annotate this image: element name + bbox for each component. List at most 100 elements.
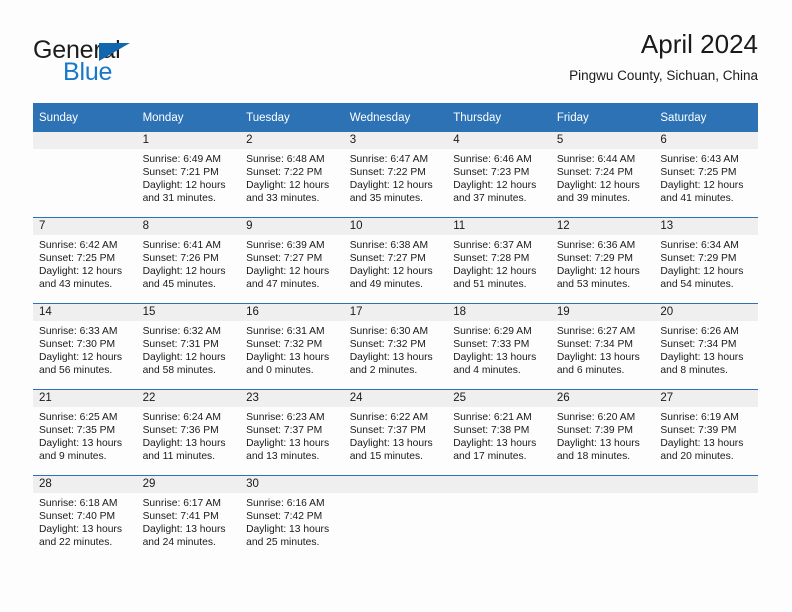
- daylight-text: Daylight: 12 hours: [142, 352, 226, 364]
- daylight-text: and 24 minutes.: [142, 537, 216, 549]
- sunrise-text: Sunrise: 6:37 AM: [453, 240, 532, 251]
- day-number: 4: [447, 132, 551, 149]
- day-number: 18: [447, 304, 551, 321]
- page-header: General Blue April 2024 Pingwu County, S…: [33, 28, 758, 96]
- calendar-cell[interactable]: 25 Sunrise: 6:21 AM Sunset: 7:38 PM Dayligh…: [447, 389, 551, 476]
- calendar-cell[interactable]: 15 Sunrise: 6:32 AM Sunset: 7:31 PM Dayligh…: [136, 303, 241, 390]
- day-details: Sunrise: 6:20 AM Sunset: 7:39 PM Daylight:…: [551, 407, 655, 463]
- daylight-text: and 54 minutes.: [660, 279, 734, 291]
- daylight-text: Daylight: 13 hours: [660, 438, 744, 450]
- daylight-text: and 43 minutes.: [39, 279, 113, 291]
- sunset-text: Sunset: 7:21 PM: [142, 167, 219, 179]
- calendar-cell[interactable]: 2 Sunrise: 6:48 AM Sunset: 7:22 PM Daylight…: [240, 132, 344, 218]
- calendar-cell[interactable]: 21 Sunrise: 6:25 AM Sunset: 7:35 PM Dayligh…: [33, 389, 137, 476]
- daylight-text: Daylight: 12 hours: [660, 266, 744, 278]
- day-cell: [343, 476, 448, 561]
- calendar-cell[interactable]: 29 Sunrise: 6:17 AM Sunset: 7:41 PM Dayligh…: [136, 475, 241, 561]
- calendar-week-row: 28 Sunrise: 6:18 AM Sunset: 7:40 PM Dayligh…: [33, 475, 758, 561]
- calendar-cell[interactable]: 4 Sunrise: 6:46 AM Sunset: 7:23 PM Daylight…: [447, 132, 551, 218]
- day-cell: 8 Sunrise: 6:41 AM Sunset: 7:26 PM Daylight…: [136, 218, 241, 303]
- calendar-cell[interactable]: 18 Sunrise: 6:29 AM Sunset: 7:33 PM Dayligh…: [447, 303, 551, 390]
- day-details: Sunrise: 6:41 AM Sunset: 7:26 PM Daylight:…: [137, 235, 241, 291]
- day-details: Sunrise: 6:39 AM Sunset: 7:27 PM Daylight:…: [240, 235, 344, 291]
- daylight-text: Daylight: 13 hours: [39, 438, 122, 450]
- daylight-text: and 56 minutes.: [39, 365, 113, 377]
- calendar-cell[interactable]: 26 Sunrise: 6:20 AM Sunset: 7:39 PM Dayligh…: [550, 389, 655, 476]
- daylight-text: Daylight: 12 hours: [349, 266, 433, 278]
- calendar-cell[interactable]: 17 Sunrise: 6:30 AM Sunset: 7:32 PM Dayligh…: [343, 303, 448, 390]
- calendar-cell[interactable]: 11 Sunrise: 6:37 AM Sunset: 7:28 PM Dayligh…: [447, 217, 551, 304]
- calendar-cell[interactable]: 5 Sunrise: 6:44 AM Sunset: 7:24 PM Daylight…: [550, 132, 655, 218]
- calendar-cell[interactable]: 3 Sunrise: 6:47 AM Sunset: 7:22 PM Daylight…: [343, 132, 448, 218]
- daylight-text: and 20 minutes.: [660, 451, 734, 463]
- sunrise-text: Sunrise: 6:18 AM: [39, 498, 118, 509]
- sunset-text: Sunset: 7:28 PM: [453, 253, 530, 265]
- day-cell: 18 Sunrise: 6:29 AM Sunset: 7:33 PM Dayligh…: [447, 304, 551, 389]
- day-number: 14: [33, 304, 137, 321]
- title-block: April 2024 Pingwu County, Sichuan, China: [569, 28, 758, 86]
- calendar-body: 1 Sunrise: 6:49 AM Sunset: 7:21 PM Daylight…: [33, 132, 758, 561]
- day-cell: [654, 476, 758, 561]
- calendar-cell[interactable]: 20 Sunrise: 6:26 AM Sunset: 7:34 PM Dayligh…: [654, 303, 758, 390]
- calendar-cell[interactable]: 24 Sunrise: 6:22 AM Sunset: 7:37 PM Dayligh…: [343, 389, 448, 476]
- day-cell: 12 Sunrise: 6:36 AM Sunset: 7:29 PM Dayligh…: [550, 218, 655, 303]
- day-number: 23: [240, 390, 344, 407]
- day-cell: 21 Sunrise: 6:25 AM Sunset: 7:35 PM Dayligh…: [33, 390, 137, 475]
- sunrise-text: Sunrise: 6:31 AM: [246, 326, 325, 337]
- day-cell: 9 Sunrise: 6:39 AM Sunset: 7:27 PM Daylight…: [240, 218, 344, 303]
- day-number: 6: [654, 132, 758, 149]
- day-cell: 6 Sunrise: 6:43 AM Sunset: 7:25 PM Daylight…: [654, 132, 758, 217]
- weekday-header-sunday: Sunday: [33, 103, 137, 132]
- day-details: Sunrise: 6:32 AM Sunset: 7:31 PM Daylight:…: [137, 321, 241, 377]
- daylight-text: and 15 minutes.: [349, 451, 423, 463]
- day-cell: 13 Sunrise: 6:34 AM Sunset: 7:29 PM Dayligh…: [654, 218, 758, 303]
- sunrise-text: Sunrise: 6:24 AM: [142, 412, 221, 423]
- weekday-header-thursday: Thursday: [447, 103, 551, 132]
- sunrise-text: Sunrise: 6:16 AM: [246, 498, 325, 509]
- day-cell: 22 Sunrise: 6:24 AM Sunset: 7:36 PM Dayligh…: [136, 390, 241, 475]
- sunrise-text: Sunrise: 6:26 AM: [660, 326, 739, 337]
- calendar-cell[interactable]: 14 Sunrise: 6:33 AM Sunset: 7:30 PM Dayligh…: [33, 303, 137, 390]
- calendar-cell[interactable]: 22 Sunrise: 6:24 AM Sunset: 7:36 PM Dayligh…: [136, 389, 241, 476]
- weekday-header-tuesday: Tuesday: [240, 103, 344, 132]
- weekday-header-monday: Monday: [136, 103, 241, 132]
- calendar-cell[interactable]: 19 Sunrise: 6:27 AM Sunset: 7:34 PM Dayligh…: [550, 303, 655, 390]
- calendar-cell[interactable]: 16 Sunrise: 6:31 AM Sunset: 7:32 PM Dayligh…: [240, 303, 344, 390]
- daylight-text: and 49 minutes.: [349, 279, 423, 291]
- day-number: 21: [33, 390, 137, 407]
- calendar-cell[interactable]: 30 Sunrise: 6:16 AM Sunset: 7:42 PM Dayligh…: [240, 475, 344, 561]
- daylight-text: Daylight: 13 hours: [142, 438, 226, 450]
- day-number: 10: [343, 218, 448, 235]
- calendar-cell[interactable]: 23 Sunrise: 6:23 AM Sunset: 7:37 PM Dayligh…: [240, 389, 344, 476]
- page-subtitle: Pingwu County, Sichuan, China: [569, 68, 758, 83]
- calendar-cell[interactable]: 10 Sunrise: 6:38 AM Sunset: 7:27 PM Dayligh…: [343, 217, 448, 304]
- calendar-cell[interactable]: 7 Sunrise: 6:42 AM Sunset: 7:25 PM Daylight…: [33, 217, 137, 304]
- weekday-header-saturday: Saturday: [654, 103, 758, 132]
- sunset-text: Sunset: 7:23 PM: [453, 167, 530, 179]
- calendar-cell[interactable]: 9 Sunrise: 6:39 AM Sunset: 7:27 PM Daylight…: [240, 217, 344, 304]
- page-title: April 2024: [640, 29, 758, 59]
- sunrise-text: Sunrise: 6:33 AM: [39, 326, 118, 337]
- day-number: 26: [550, 390, 655, 407]
- calendar-cell[interactable]: 8 Sunrise: 6:41 AM Sunset: 7:26 PM Daylight…: [136, 217, 241, 304]
- day-number: 3: [343, 132, 448, 149]
- calendar-cell[interactable]: 28 Sunrise: 6:18 AM Sunset: 7:40 PM Dayligh…: [33, 475, 137, 561]
- calendar-cell[interactable]: 6 Sunrise: 6:43 AM Sunset: 7:25 PM Daylight…: [654, 132, 758, 218]
- calendar-cell[interactable]: 1 Sunrise: 6:49 AM Sunset: 7:21 PM Daylight…: [136, 132, 241, 218]
- daylight-text: and 2 minutes.: [349, 365, 418, 377]
- day-cell: 7 Sunrise: 6:42 AM Sunset: 7:25 PM Daylight…: [33, 218, 137, 303]
- daylight-text: Daylight: 13 hours: [660, 352, 744, 364]
- calendar-week-row: 1 Sunrise: 6:49 AM Sunset: 7:21 PM Daylight…: [33, 132, 758, 218]
- day-details: Sunrise: 6:24 AM Sunset: 7:36 PM Daylight:…: [137, 407, 241, 463]
- calendar-cell[interactable]: 27 Sunrise: 6:19 AM Sunset: 7:39 PM Dayligh…: [654, 389, 758, 476]
- day-cell: 25 Sunrise: 6:21 AM Sunset: 7:38 PM Dayligh…: [447, 390, 551, 475]
- day-number: 20: [654, 304, 758, 321]
- calendar-cell[interactable]: 12 Sunrise: 6:36 AM Sunset: 7:29 PM Dayligh…: [550, 217, 655, 304]
- calendar-cell: [550, 475, 655, 561]
- day-number: 8: [136, 218, 241, 235]
- sunrise-text: Sunrise: 6:32 AM: [142, 326, 221, 337]
- daylight-text: and 35 minutes.: [349, 193, 423, 205]
- sunrise-text: Sunrise: 6:23 AM: [246, 412, 325, 423]
- calendar-cell[interactable]: 13 Sunrise: 6:34 AM Sunset: 7:29 PM Dayligh…: [654, 217, 758, 304]
- sunset-text: Sunset: 7:29 PM: [556, 253, 633, 265]
